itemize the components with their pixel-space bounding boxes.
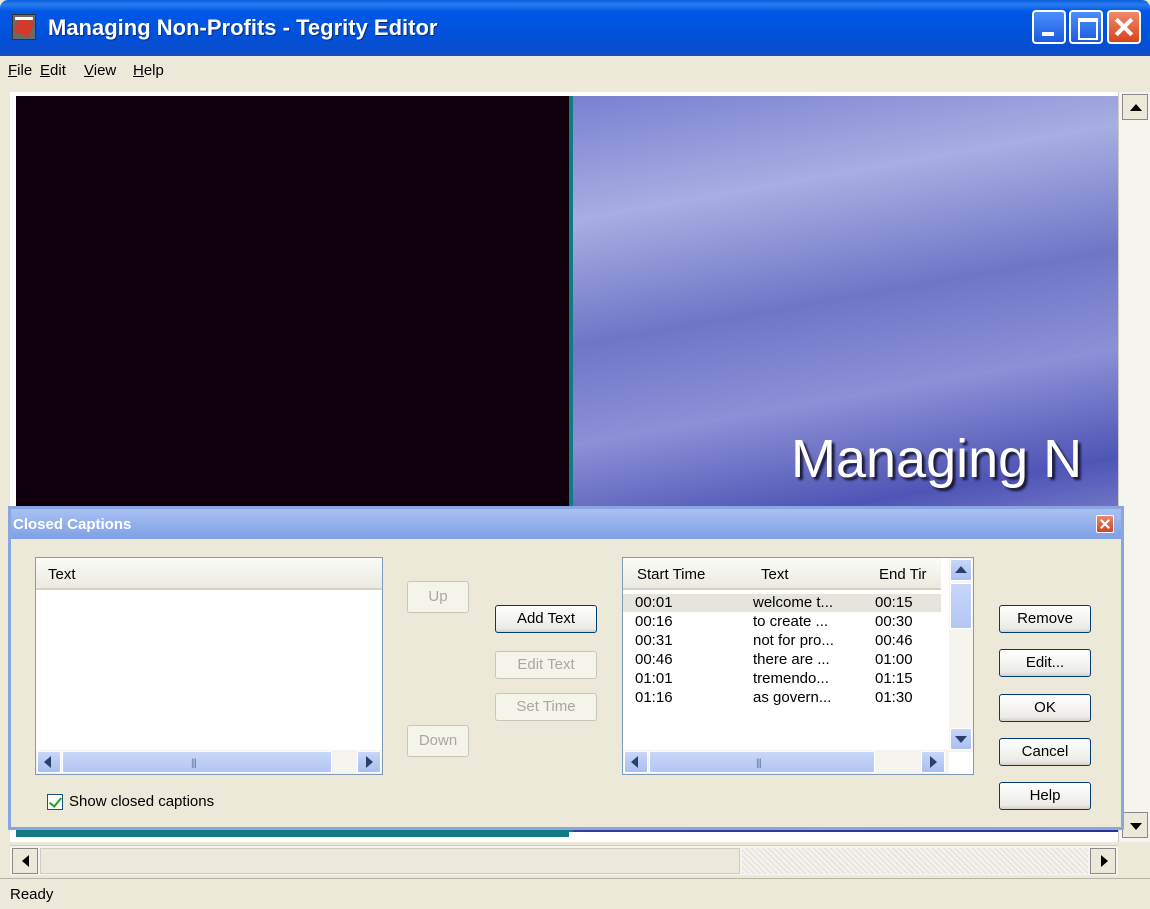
ok-button[interactable]: OK <box>999 694 1091 722</box>
window-title: Managing Non-Profits - Tegrity Editor <box>48 15 438 40</box>
down-button[interactable]: Down <box>407 725 469 757</box>
edit-button[interactable]: Edit... <box>999 649 1091 677</box>
closed-captions-dialog: Closed Captions Text ||| Up Down Add Tex… <box>8 506 1124 830</box>
maximize-button[interactable] <box>1069 10 1103 44</box>
caption-list-scroll-up[interactable] <box>950 559 972 581</box>
arrow-left-icon <box>44 756 51 768</box>
caption-row[interactable]: 01:01 tremendo... 01:15 <box>623 670 941 688</box>
grip-icon: ||| <box>756 758 762 769</box>
arrow-left-icon <box>22 855 29 867</box>
arrow-right-icon <box>930 756 937 768</box>
caption-list-scroll-down[interactable] <box>950 728 972 750</box>
dialog-title: Closed Captions <box>13 516 132 533</box>
scroll-down-button[interactable] <box>1122 812 1148 838</box>
set-time-button[interactable]: Set Time <box>495 693 597 721</box>
caption-row[interactable]: 00:46 there are ... 01:00 <box>623 651 941 669</box>
scroll-left-button[interactable] <box>12 848 38 874</box>
cancel-button[interactable]: Cancel <box>999 738 1091 766</box>
caption-list-header: Start Time Text End Tir <box>623 558 941 590</box>
menu-help[interactable]: Help <box>133 62 164 79</box>
show-captions-checkbox[interactable] <box>47 794 63 810</box>
text-list-scroll-thumb[interactable]: ||| <box>62 751 332 773</box>
app-icon[interactable] <box>12 14 36 40</box>
caption-list-hscrollbar[interactable]: ||| <box>623 750 949 774</box>
scroll-track[interactable] <box>742 848 1088 874</box>
text-list-header: Text <box>36 558 382 590</box>
add-text-button[interactable]: Add Text <box>495 605 597 633</box>
minimize-button[interactable] <box>1032 10 1066 44</box>
arrow-left-icon <box>631 756 638 768</box>
horizontal-scrollbar[interactable] <box>10 845 1118 875</box>
arrow-right-icon <box>366 756 373 768</box>
arrow-up-icon <box>1130 104 1142 111</box>
arrow-down-icon <box>1130 823 1142 830</box>
title-bar: Managing Non-Profits - Tegrity Editor <box>0 0 1150 56</box>
grip-icon: ||| <box>191 758 197 769</box>
caption-list-scroll-left[interactable] <box>624 751 648 773</box>
caption-row[interactable]: 00:16 to create ... 00:30 <box>623 613 941 631</box>
up-button[interactable]: Up <box>407 581 469 613</box>
menu-file[interactable]: File <box>8 62 32 79</box>
column-header-start-time[interactable]: Start Time <box>637 566 705 583</box>
caption-row[interactable]: 01:16 as govern... 01:30 <box>623 689 941 707</box>
show-captions-label[interactable]: Show closed captions <box>69 793 214 810</box>
scroll-up-button[interactable] <box>1122 94 1148 120</box>
arrow-right-icon <box>1101 855 1108 867</box>
arrow-down-icon <box>955 736 967 743</box>
menu-edit[interactable]: Edit <box>40 62 66 79</box>
text-list-hscrollbar[interactable]: ||| <box>36 750 382 774</box>
caption-list[interactable]: Start Time Text End Tir 00:01 welcome t.… <box>622 557 974 775</box>
status-text: Ready <box>10 886 54 903</box>
text-list-scroll-left[interactable] <box>37 751 61 773</box>
caption-list-scroll-right[interactable] <box>921 751 945 773</box>
remove-button[interactable]: Remove <box>999 605 1091 633</box>
caption-row[interactable]: 00:01 welcome t... 00:15 <box>623 594 941 612</box>
scroll-right-button[interactable] <box>1090 848 1116 874</box>
status-bar: Ready <box>0 878 1150 909</box>
dialog-close-button[interactable] <box>1096 515 1114 533</box>
caption-list-hscroll-thumb[interactable]: ||| <box>649 751 875 773</box>
column-header-text[interactable]: Text <box>48 566 76 583</box>
arrow-up-icon <box>955 566 967 573</box>
text-list-scroll-right[interactable] <box>357 751 381 773</box>
column-header-text[interactable]: Text <box>761 566 789 583</box>
column-header-end-time[interactable]: End Tir <box>879 566 939 583</box>
caption-list-vscrollbar[interactable] <box>949 558 973 752</box>
edit-text-button[interactable]: Edit Text <box>495 651 597 679</box>
help-button[interactable]: Help <box>999 782 1091 810</box>
dialog-title-bar[interactable]: Closed Captions <box>11 509 1121 539</box>
caption-list-vscroll-thumb[interactable] <box>950 583 972 629</box>
slide-title: Managing N <box>791 429 1083 489</box>
menu-view[interactable]: View <box>84 62 116 79</box>
horizontal-scroll-thumb[interactable] <box>40 848 740 874</box>
menu-bar: File Edit View Help <box>0 56 1150 88</box>
close-button[interactable] <box>1107 10 1141 44</box>
text-list[interactable]: Text ||| <box>35 557 383 775</box>
caption-row[interactable]: 00:31 not for pro... 00:46 <box>623 632 941 650</box>
